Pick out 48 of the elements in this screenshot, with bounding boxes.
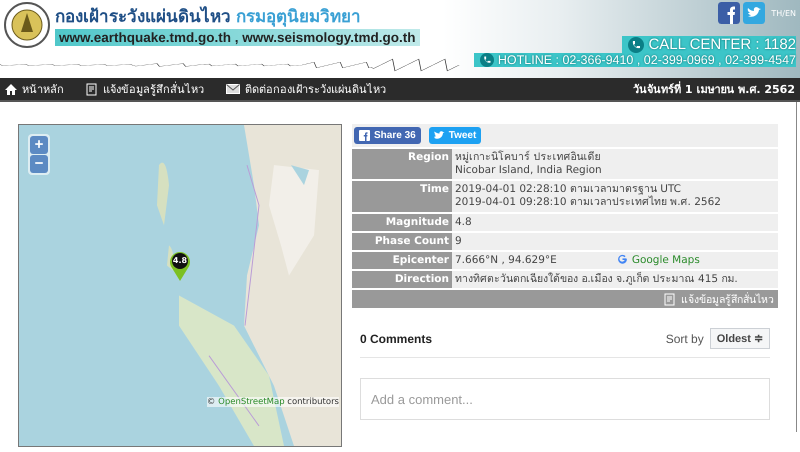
report-link[interactable]: แจ้งข้อมูลรู้สึกสั่นไหว: [664, 290, 774, 308]
openstreetmap-link[interactable]: OpenStreetMap: [218, 397, 285, 407]
google-g-icon: [616, 254, 628, 265]
field-value: ทางทิศตะวันตกเฉียงใต้ของ อ.เมือง จ.ภูเก็ต ประมาณ 415 กม.: [455, 272, 738, 286]
facebook-share-button[interactable]: Share 36: [354, 127, 421, 144]
site-title: กองเฝ้าระวังแผ่นดินไหว: [55, 7, 231, 26]
home-icon: [5, 84, 17, 94]
zoom-out-button[interactable]: −: [30, 155, 48, 173]
bird-icon: [434, 131, 445, 140]
attribution-text: contributors: [287, 397, 339, 407]
call-center-number: CALL CENTER : 1182: [648, 36, 796, 53]
field-value: หมู่เกาะนิโคบาร์ ประเทศอินเดีย Nicobar Island, India Region: [455, 151, 602, 178]
zoom-in-button[interactable]: +: [30, 136, 48, 154]
sort-dropdown[interactable]: Oldest ≑: [710, 328, 770, 349]
map-marker[interactable]: 4.8: [169, 251, 191, 281]
google-maps-link[interactable]: Google Maps: [616, 254, 700, 267]
facebook-icon[interactable]: [718, 2, 740, 24]
field-label: Epicenter: [352, 252, 452, 269]
field-value: 9: [455, 234, 462, 248]
nav-link[interactable]: ติดต่อกองเฝ้าระวังแผ่นดินไหว: [226, 80, 386, 98]
comment-input[interactable]: Add a comment...: [360, 378, 770, 420]
field-value: 2019-04-01 02:28:10 ตามเวลามาตรฐาน UTC 2019-04-01 09:28:10 ตามเวลาประเทศไทย พ.ศ. 2562: [455, 183, 721, 210]
field-label: Magnitude: [352, 214, 452, 231]
nav-link[interactable]: หน้าหลัก: [5, 80, 64, 98]
nav-link[interactable]: แจ้งข้อมูลรู้สึกสั่นไหว: [86, 80, 204, 98]
facebook-icon: [359, 130, 370, 141]
phone-icon: [480, 53, 494, 67]
department-seal-icon: [4, 2, 50, 48]
sort-label: Sort by: [666, 332, 704, 346]
comment-count: 0 Comments: [360, 332, 432, 346]
hotline-numbers: HOTLINE : 02-366-9410 , 02-399-0969 , 02-399-4547: [498, 53, 796, 67]
current-date: วันจันทร์ที่ 1 เมษายน พ.ศ. 2562: [633, 80, 795, 98]
field-label: Phase Count: [352, 232, 452, 250]
field-value: 4.8: [455, 216, 472, 229]
map-panel[interactable]: + − 4.8 © OpenStreetMap contributors: [18, 124, 342, 447]
website-addresses: www.earthquake.tmd.go.th , www.seismology.tmd.go.th: [55, 29, 420, 46]
note-icon: [664, 292, 676, 306]
note-icon: [86, 82, 98, 96]
field-label: Time: [352, 181, 452, 212]
copyright-sign: ©: [206, 397, 216, 407]
envelope-icon: [226, 84, 240, 94]
bird-icon[interactable]: [743, 2, 766, 24]
tweet-button[interactable]: Tweet: [428, 127, 482, 144]
field-value: 7.666°N , 94.629°E: [455, 254, 557, 267]
phone-icon: [628, 36, 644, 52]
field-label: Region: [352, 149, 452, 180]
department-name: กรมอุตุนิยมวิทยา: [236, 7, 362, 26]
field-label: Direction: [352, 270, 452, 288]
